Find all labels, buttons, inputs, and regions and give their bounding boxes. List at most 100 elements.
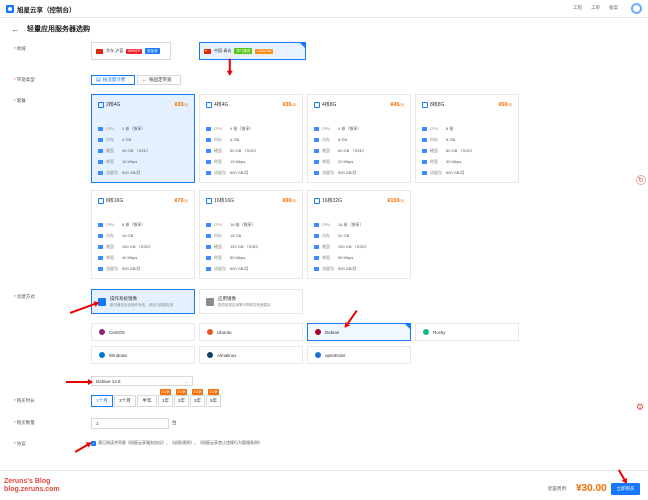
plan-name-wrap: 16核16G xyxy=(206,197,234,204)
duration-tab[interactable]: 1年 xyxy=(158,395,173,407)
spec-value: 120 GB （SSD） xyxy=(230,243,261,249)
os-option-centos[interactable]: CentOS xyxy=(91,323,195,341)
duration-label: 3年 xyxy=(193,398,201,403)
settings-icon[interactable] xyxy=(636,402,646,413)
cpu-icon xyxy=(314,126,319,131)
spec-value: 2 核（独享） xyxy=(122,125,146,131)
top-link-ticket[interactable]: 工单 xyxy=(591,5,600,11)
duration-tab[interactable]: 半年 xyxy=(137,395,157,407)
duration-label: 3个月 xyxy=(119,398,131,403)
footer-bar: Zeruns's Blog blog.zeruns.com 配置费用: ¥30.… xyxy=(0,470,648,500)
duration-tab[interactable]: 3个月 xyxy=(114,395,136,407)
plan-head: 16核32G ¥150/月 xyxy=(314,197,404,204)
spec-label: 流量包 xyxy=(106,169,118,175)
os-option-openeuler[interactable]: openEuler xyxy=(307,346,411,364)
plan-card[interactable]: 16核16G ¥90/月 CPU 16 核（独享） 内存 16 GB 硬盘 12… xyxy=(199,190,303,279)
agreement-text[interactable]: 我已阅读并同意《旭星云享服务协议》、《退款规则》、《旭星云享禁止违规行为管理条例… xyxy=(98,440,262,446)
region-option-east[interactable]: 华东-沪蓝 BHKEP 新加坡 xyxy=(91,42,171,60)
duration-tab[interactable]: 1个月 xyxy=(91,395,113,407)
spec-row: 流量包 500 GB/月 xyxy=(314,167,367,178)
spec-row: 流量包 500 GB/月 xyxy=(98,263,153,274)
spec-row: CPU 8 核（独享） xyxy=(98,219,153,230)
os-option-almalinux[interactable]: Almalinux xyxy=(199,346,303,364)
spec-value: 500 GB/月 xyxy=(230,265,249,271)
spec-row: 带宽 10 Mbps xyxy=(98,156,151,167)
bw-icon xyxy=(98,255,103,260)
price-value: ¥90 xyxy=(282,197,292,204)
plan-specs: CPU 4 核（独享） 内存 4 GB 硬盘 50 GB （SSD） 带宽 15… xyxy=(206,123,259,178)
spec-value: 40 Mbps xyxy=(122,255,138,260)
plan-card[interactable]: 16核32G ¥150/月 CPU 16 核（独享） 内存 32 GB 硬盘 1… xyxy=(307,190,411,279)
price-unit: /月 xyxy=(399,102,404,107)
create-desc: 服务器仅包含操作系统，请自行搭建应用 xyxy=(110,302,173,307)
spec-label: 流量包 xyxy=(214,265,226,271)
region-option-qingdao[interactable]: 中国-青岛 热门推荐 CN2/GIA xyxy=(199,42,306,60)
selected-check-icon xyxy=(405,324,410,329)
plan-card[interactable]: 4核8G ¥45/月 CPU 4 核（独享） 内存 8 GB 硬盘 60 GB … xyxy=(307,94,411,183)
duration-tab[interactable]: 2年 xyxy=(174,395,189,407)
top-link-filing[interactable]: 备案 xyxy=(609,5,618,11)
spec-label: 内存 xyxy=(430,136,438,142)
os-option-windows[interactable]: Windows xyxy=(91,346,195,364)
plan-card[interactable]: 2核4G ¥30/月 CPU 2 核（独享） 内存 4 GB 硬盘 40 GB … xyxy=(91,94,195,183)
create-desc: 提供各类应用等可帮助您快速建站 xyxy=(218,302,271,307)
traffic-icon xyxy=(314,170,319,175)
price-unit: /月 xyxy=(183,102,188,107)
server-icon xyxy=(98,197,104,204)
os-option-debian[interactable]: Debian xyxy=(307,323,411,341)
server-icon xyxy=(206,101,212,108)
create-title: 应用镜像 xyxy=(218,295,236,301)
create-title: 操作系统镜像 xyxy=(110,295,137,301)
back-arrow-icon[interactable]: ← xyxy=(12,25,20,34)
spec-label: 流量包 xyxy=(322,265,334,271)
plan-card[interactable]: 8核8G ¥50/月 CPU 8 核 内存 8 GB 硬盘 80 GB （SSD… xyxy=(415,94,519,183)
spec-row: 内存 16 GB xyxy=(206,230,261,241)
plan-price: ¥50/月 xyxy=(498,102,512,108)
refresh-icon[interactable] xyxy=(636,175,646,185)
spec-value: 8 GB xyxy=(446,137,456,142)
plan-price: ¥90/月 xyxy=(282,198,296,204)
flag-icon xyxy=(204,48,211,54)
plan-name-wrap: 2核4G xyxy=(98,101,120,108)
traffic-icon xyxy=(314,266,319,271)
spec-row: CPU 2 核（独享） xyxy=(98,123,151,134)
os-option-rocky[interactable]: Rocky xyxy=(415,323,519,341)
plan-head: 16核16G ¥90/月 xyxy=(206,197,296,204)
price-unit: /月 xyxy=(291,198,296,203)
buy-now-button[interactable]: 立即购买 xyxy=(611,483,640,495)
duration-tab[interactable]: 3年 xyxy=(190,395,205,407)
logo[interactable]: 旭星云享（控制台） xyxy=(6,4,76,14)
create-os-image[interactable]: 操作系统镜像 服务器仅包含操作系统，请自行搭建应用 xyxy=(91,289,195,314)
plan-card[interactable]: 8核16G ¥70/月 CPU 8 核（独享） 内存 16 GB 硬盘 100 … xyxy=(91,190,195,279)
spec-row: 流量包 500 GB/月 xyxy=(98,167,151,178)
duration-label: 5年 xyxy=(209,398,217,403)
windows-icon xyxy=(99,352,105,358)
disk-icon xyxy=(98,244,103,249)
duration-tab[interactable]: 5年 xyxy=(206,395,221,407)
plan-specs: CPU 8 核 内存 8 GB 硬盘 80 GB （SSD） 带宽 30 Mbp… xyxy=(422,123,475,178)
total-price: ¥30.00 xyxy=(576,483,607,494)
plan-card[interactable]: 4核4G ¥35/月 CPU 4 核（独享） 内存 4 GB 硬盘 50 GB … xyxy=(199,94,303,183)
spec-value: 500 GB/月 xyxy=(122,265,141,271)
billing-bandwidth-tab[interactable]: ↔ 按固定带宽 xyxy=(137,75,181,85)
create-app-image[interactable]: 应用镜像 提供各类应用等可帮助您快速建站 xyxy=(199,289,303,314)
chart-icon: ▤ xyxy=(96,77,101,83)
cpu-icon xyxy=(206,126,211,131)
avatar[interactable] xyxy=(631,3,642,14)
cpu-icon xyxy=(98,126,103,131)
plan-price: ¥30/月 xyxy=(174,102,188,108)
quantity-stepper[interactable]: 1 xyxy=(91,418,169,429)
region-name: 华东-沪蓝 xyxy=(106,48,124,53)
os-name: CentOS xyxy=(109,329,126,335)
spec-label: 内存 xyxy=(106,232,114,238)
centos-icon xyxy=(99,329,105,335)
os-option-ubuntu[interactable]: Ubuntu xyxy=(199,323,303,341)
os-version-select[interactable]: Debian-12.6 ⌄ xyxy=(91,376,193,386)
spec-row: 流量包 500 GB/月 xyxy=(206,263,261,274)
mem-icon xyxy=(98,137,103,142)
billing-traffic-tab[interactable]: ▤ 按流量计费 xyxy=(91,75,135,85)
disk-icon xyxy=(98,148,103,153)
top-link-project[interactable]: 工程 xyxy=(573,5,582,11)
plan-name: 2核4G xyxy=(106,102,121,108)
page-header: ← 轻量应用服务器选购 xyxy=(12,24,91,34)
